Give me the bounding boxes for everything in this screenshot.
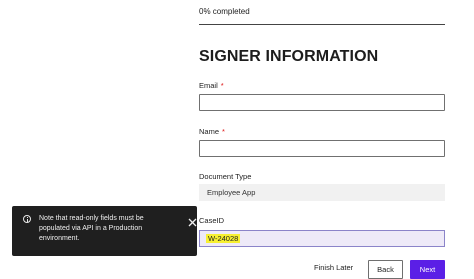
case-id-field[interactable]: W-24028 [199, 230, 445, 247]
required-marker: * [220, 81, 224, 90]
signer-form-page: 0% completed SIGNER INFORMATION Email * N… [0, 0, 474, 279]
progress-bar [199, 24, 445, 25]
name-label-text: Name [199, 127, 220, 136]
case-id-value: W-24028 [206, 234, 241, 243]
info-icon [23, 215, 31, 223]
document-type-field: Employee App [199, 184, 445, 201]
progress-label: 0% completed [199, 7, 250, 16]
toast-message: Note that read-only fields must be popul… [39, 215, 144, 242]
name-label: Name * [199, 127, 225, 136]
case-id-label: CaseID [199, 216, 225, 225]
required-marker: * [222, 127, 225, 136]
back-button[interactable]: Back [368, 260, 403, 279]
email-field[interactable] [199, 94, 445, 111]
next-button[interactable]: Next [410, 260, 445, 279]
name-field[interactable] [199, 140, 445, 157]
finish-later-link[interactable]: Finish Later [314, 263, 353, 272]
close-icon[interactable] [187, 215, 198, 227]
email-label: Email * [199, 81, 224, 90]
document-type-label: Document Type [199, 172, 252, 181]
toast-notification: Note that read-only fields must be popul… [12, 206, 197, 256]
section-title: SIGNER INFORMATION [199, 48, 379, 65]
email-label-text: Email [199, 81, 218, 90]
